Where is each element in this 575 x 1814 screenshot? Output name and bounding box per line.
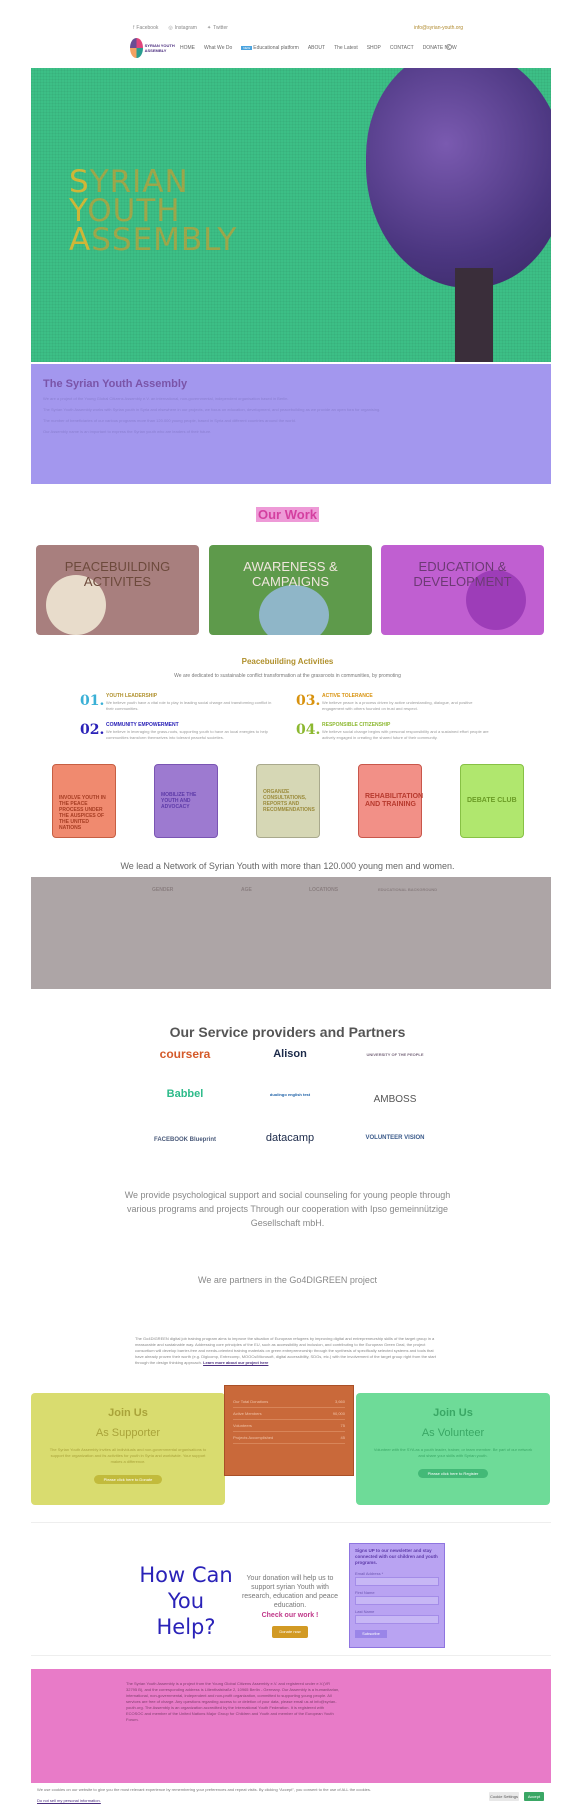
network-statement: We lead a Network of Syrian Youth with m…: [120, 861, 455, 871]
network-stats-panel: GENDER AGE LOCATIONS EDUCATIONAL BACKGRO…: [31, 877, 551, 989]
facebook-icon: f: [133, 25, 135, 31]
stats-row: Volunteers 75: [233, 1420, 345, 1432]
newsletter-first-name-field[interactable]: [355, 1596, 439, 1605]
stats-header-age: AGE: [241, 887, 252, 893]
nav-menu: HOME What We Do NEW Educational platform …: [180, 45, 457, 51]
activity-tile-un[interactable]: INVOLVE YOUTH IN THE PEACE PROCESS UNDER…: [52, 764, 116, 838]
partner-logo-datacamp[interactable]: datacamp: [235, 1129, 345, 1147]
newsletter-form: Signs UP to our newsletter and stay conn…: [349, 1543, 445, 1648]
social-instagram-link[interactable]: ◎ Instagram: [168, 25, 197, 31]
partner-logo-amboss[interactable]: AMBOSS: [340, 1090, 450, 1108]
check-our-work-link[interactable]: Check our work !: [240, 1612, 340, 1619]
instagram-icon: ◎: [168, 25, 173, 31]
donate-now-button[interactable]: Donate now: [272, 1626, 308, 1638]
join-supporter-card: Join Us As Supporter The Syrian Youth As…: [31, 1393, 225, 1505]
logo-mark-icon: [130, 38, 143, 58]
nav-item-contact[interactable]: CONTACT: [390, 45, 414, 51]
work-card-education[interactable]: EDUCATION & DEVELOPMENT: [381, 545, 544, 635]
logo-text: SYRIAN YOUTH ASSEMBLY: [144, 43, 175, 53]
newsletter-heading: Signs UP to our newsletter and stay conn…: [355, 1548, 438, 1565]
about-title: The Syrian Youth Assembly: [43, 378, 188, 390]
about-section: The Syrian Youth Assembly We are a proje…: [31, 364, 551, 484]
partner-logo-duolingo[interactable]: duolingo english test: [235, 1085, 345, 1103]
partner-logo-babbel[interactable]: Babbel: [130, 1085, 240, 1103]
work-card-awareness[interactable]: AWARENESS & CAMPAIGNS: [209, 545, 372, 635]
go4digreen-learn-more-link[interactable]: Learn more about our project here: [203, 1360, 268, 1365]
peacebuilding-subtitle: We are dedicated to sustainable conflict…: [174, 673, 401, 679]
our-work-title: Our Work: [256, 507, 319, 522]
stats-row: Our Total Donations 3,660: [233, 1396, 345, 1408]
activity-tile-mobilize[interactable]: MOBILIZE THE YOUTH AND ADVOCACY: [154, 764, 218, 838]
social-facebook-link[interactable]: f Facebook: [133, 25, 158, 31]
footer-legal-text: The Syrian Youth Assembly is a project f…: [126, 1681, 340, 1722]
cookie-accept-button[interactable]: Accept: [524, 1792, 544, 1801]
activity-tile-training[interactable]: REHABILITATION AND TRAINING: [358, 764, 423, 838]
stats-header-education: EDUCATIONAL BACKGROUND: [378, 887, 438, 892]
about-paragraph: The number of beneficiaries of our vario…: [43, 418, 296, 423]
search-icon[interactable]: [446, 44, 452, 50]
newsletter-subscribe-button[interactable]: Subscribe: [355, 1630, 387, 1638]
donate-supporter-button[interactable]: Please click here to Donate: [93, 1475, 163, 1484]
donation-stats-box: Our Total Donations 3,660 Active Members 9…: [224, 1385, 354, 1476]
hands-tree-trunk: [455, 268, 493, 362]
main-nav: SYRIAN YOUTH ASSEMBLY HOME What We Do NE…: [130, 36, 457, 60]
stats-header-gender: GENDER: [152, 887, 174, 893]
cookie-settings-button[interactable]: Cookie Settings: [489, 1792, 519, 1801]
go4digreen-title: We are partners in the Go4DIGREEN projec…: [198, 1275, 377, 1285]
social-links: f Facebook ◎ Instagram ✦ Twitter: [133, 25, 228, 31]
activity-tile-consultations[interactable]: ORGANIZE CONSULTATIONS, REPORTS AND RECO…: [256, 764, 320, 838]
partner-logo-alison[interactable]: Alison: [235, 1045, 345, 1063]
hero-title: SYRIAN YOUTH ASSEMBLY: [69, 164, 238, 258]
nav-item-home[interactable]: HOME: [180, 45, 195, 51]
nav-item-educational-platform[interactable]: NEW Educational platform: [241, 45, 299, 51]
social-twitter-link[interactable]: ✦ Twitter: [207, 25, 228, 31]
hero-banner: SYRIAN YOUTH ASSEMBLY: [31, 68, 551, 362]
partner-logo-coursera[interactable]: coursera: [130, 1045, 240, 1063]
about-paragraph: The Syrian Youth Assembly works with Syr…: [43, 407, 381, 412]
new-badge: NEW: [241, 46, 253, 50]
partner-logo-volunteer-vision[interactable]: VOLUNTEER VISION: [340, 1129, 450, 1147]
cookie-text: We use cookies on our website to give yo…: [37, 1787, 371, 1792]
ipso-statement: We provide psychological support and soc…: [124, 1190, 451, 1228]
nav-item-the-latest[interactable]: The Latest: [334, 45, 358, 51]
register-volunteer-button[interactable]: Please click here to Register: [417, 1469, 489, 1478]
stats-row: Projects Accomplished 45: [233, 1432, 345, 1444]
stats-row: Active Members 90,000: [233, 1408, 345, 1420]
about-paragraph: We are a project of the Young Global Cit…: [43, 396, 289, 401]
about-paragraph: Our Assembly name is an important to exp…: [43, 429, 212, 434]
partner-logo-uopeople[interactable]: UNIVERSITY OF THE PEOPLE: [340, 1045, 450, 1063]
stats-header-locations: LOCATIONS: [309, 887, 339, 893]
newsletter-email-field[interactable]: [355, 1577, 439, 1586]
top-bar: f Facebook ◎ Instagram ✦ Twitter info@syria…: [0, 0, 575, 36]
how-can-you-help-heading: How Can You Help?: [139, 1563, 233, 1639]
go4digreen-description: The Go4DIGREEN digital job training prog…: [135, 1336, 436, 1365]
partners-title: Our Service providers and Partners: [169, 1024, 406, 1040]
do-not-sell-link[interactable]: Do not sell my personal information.: [37, 1798, 101, 1803]
divider: [31, 1522, 551, 1523]
site-logo[interactable]: SYRIAN YOUTH ASSEMBLY: [130, 36, 178, 60]
donation-description: Your donation will help us to support sy…: [241, 1575, 339, 1609]
fists-illustration: [259, 585, 329, 635]
site-footer: The Syrian Youth Assembly is a project f…: [31, 1669, 551, 1783]
work-card-peacebuilding[interactable]: PEACEBUILDING ACTIVITES: [36, 545, 199, 635]
divider: [31, 1655, 551, 1656]
twitter-icon: ✦: [206, 25, 212, 31]
peacebuilding-title: Peacebuilding Activities: [241, 657, 334, 666]
contact-email-link[interactable]: info@syrian-youth.org: [414, 25, 463, 31]
activity-tile-debate[interactable]: DEBATE CLUB: [460, 764, 524, 838]
partner-logo-facebook-blueprint[interactable]: FACEBOOK Blueprint: [130, 1131, 240, 1149]
nav-item-what-we-do[interactable]: What We Do: [204, 45, 232, 51]
newsletter-last-name-field[interactable]: [355, 1615, 439, 1624]
nav-item-shop[interactable]: SHOP: [367, 45, 381, 51]
join-volunteer-card: Join Us As Volunteer Volunteer with the …: [356, 1393, 550, 1505]
nav-item-about[interactable]: ABOUT: [308, 45, 325, 51]
cookie-banner: We use cookies on our website to give yo…: [31, 1784, 551, 1810]
hands-tree-crown: [366, 68, 551, 288]
